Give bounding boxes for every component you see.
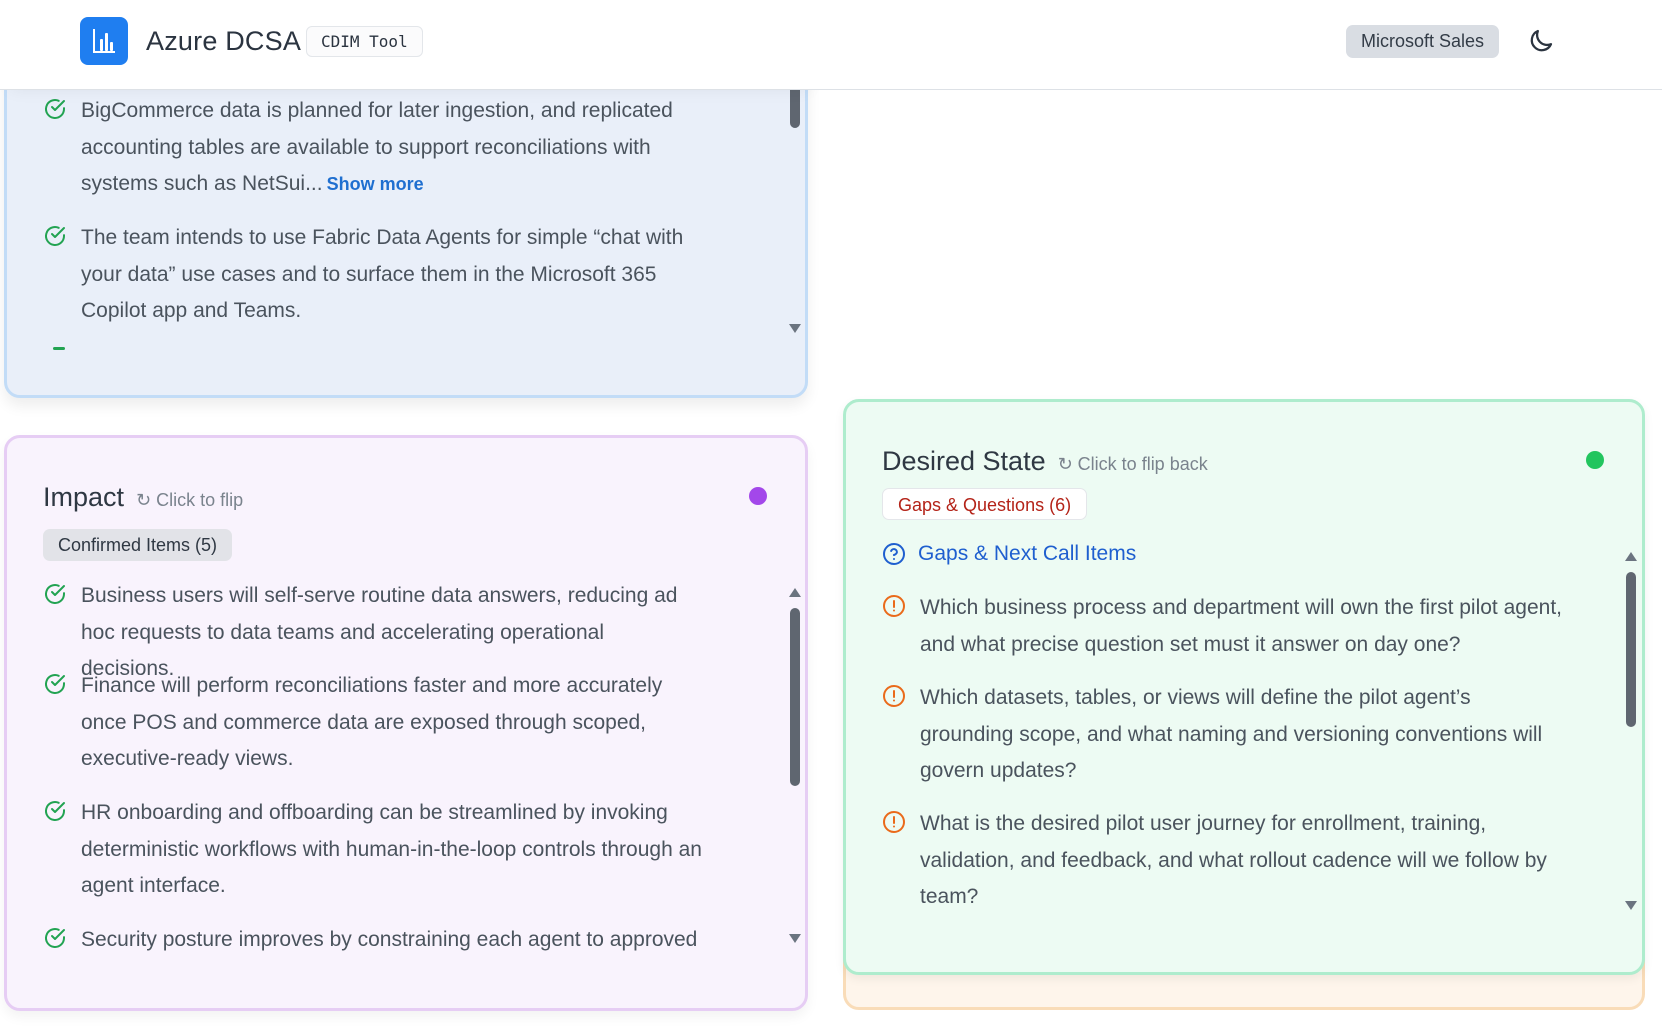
tab-confirmed-items[interactable]: Confirmed Items (5) xyxy=(43,529,233,561)
section-label: Gaps & Next Call Items xyxy=(918,542,1137,565)
scrollbar[interactable] xyxy=(787,588,803,943)
tool-badge: CDIM Tool xyxy=(306,26,423,57)
moon-icon[interactable] xyxy=(1526,26,1556,56)
list-item: Which business process and department wi… xyxy=(882,590,1562,663)
status-dot xyxy=(749,487,767,505)
show-more-link[interactable]: Show more xyxy=(327,174,424,194)
impact-card[interactable]: Impact ↻ Click to flip Confirmed Items (… xyxy=(4,435,808,1011)
item-text: Which business process and department wi… xyxy=(920,596,1562,656)
tab-gaps-questions[interactable]: Gaps & Questions (6) xyxy=(882,488,1088,520)
app-title: Azure DCSA xyxy=(146,26,302,56)
status-dot xyxy=(1586,451,1604,469)
list-item: HR onboarding and offboarding can be str… xyxy=(43,795,703,905)
sales-badge[interactable]: Microsoft Sales xyxy=(1346,25,1500,58)
check-circle-icon xyxy=(45,674,65,694)
list-item: Which datasets, tables, or views will de… xyxy=(882,680,1562,790)
item-text: Which datasets, tables, or views will de… xyxy=(920,686,1543,782)
list-item: What is the desired pilot user journey f… xyxy=(882,806,1562,916)
item-text: Finance will perform reconciliations fas… xyxy=(81,674,663,770)
item-text: Security posture improves by constrainin… xyxy=(81,928,698,951)
bar-chart-icon[interactable] xyxy=(80,17,128,65)
alert-circle-icon xyxy=(883,811,905,833)
check-circle-icon xyxy=(45,584,65,604)
list-item: Finance will perform reconciliations fas… xyxy=(43,668,703,778)
alert-circle-icon xyxy=(883,685,905,707)
card-title: Impact xyxy=(43,482,125,512)
section-header: Gaps & Next Call Items xyxy=(882,542,1136,566)
flip-hint[interactable]: ↻ Click to flip back xyxy=(1058,454,1208,475)
list-item: BigCommerce data is planned for later in… xyxy=(43,93,703,203)
check-circle-icon xyxy=(45,226,65,246)
check-circle-icon xyxy=(45,928,65,948)
desired-state-card[interactable]: Desired State ↻ Click to flip back Gaps … xyxy=(843,399,1645,975)
card-title: Desired State xyxy=(882,446,1046,476)
help-circle-icon xyxy=(883,543,905,565)
check-circle-icon xyxy=(45,99,65,119)
list-item: The team intends to use Fabric Data Agen… xyxy=(43,220,703,330)
alert-circle-icon xyxy=(883,595,905,617)
clipped-check-icon xyxy=(53,347,65,350)
flip-hint[interactable]: ↻ Click to flip xyxy=(136,490,243,511)
item-text: The team intends to use Fabric Data Agen… xyxy=(81,226,684,322)
check-circle-icon xyxy=(45,801,65,821)
item-text: What is the desired pilot user journey f… xyxy=(920,812,1547,908)
item-text: HR onboarding and offboarding can be str… xyxy=(81,801,702,897)
scrollbar[interactable] xyxy=(1623,552,1639,910)
list-item: Security posture improves by constrainin… xyxy=(43,922,703,958)
